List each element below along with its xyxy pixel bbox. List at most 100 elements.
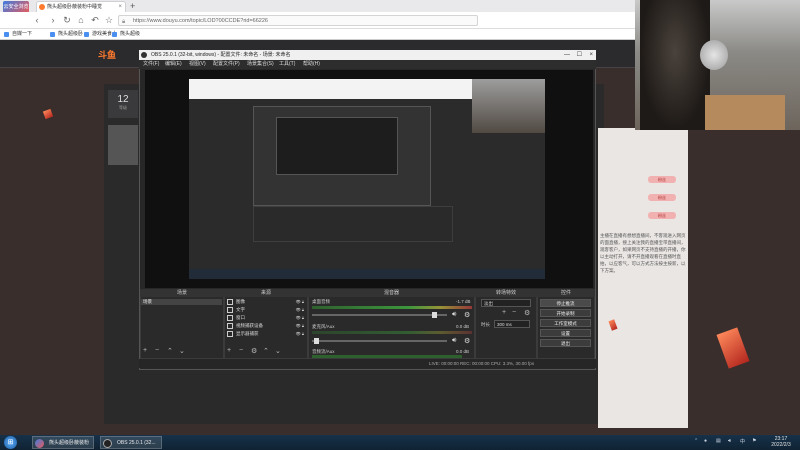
scenes-dock-title: 场景 xyxy=(140,289,224,297)
duration-label: 时长 xyxy=(481,322,490,327)
obs-status-bar: LIVE: 00:00:00 REC: 00:00:00 CPU: 3.3%, … xyxy=(139,359,596,368)
rank-box: 12 等级 xyxy=(108,90,138,118)
input-method-icon[interactable]: 中 xyxy=(740,438,745,445)
douyu-logo[interactable]: 斗鱼 xyxy=(98,48,132,60)
tab-title: 熊头超级卧蔽装粉中睡觉 xyxy=(47,4,103,10)
clock-date: 2022/2/3 xyxy=(771,442,791,448)
settings-button[interactable]: 设置 xyxy=(540,329,591,337)
slider-knob[interactable] xyxy=(432,312,437,318)
network-icon[interactable]: ▤ xyxy=(716,438,721,444)
volume-icon[interactable]: 🔊︎ xyxy=(728,438,731,444)
stop-streaming-button[interactable]: 停止推流 xyxy=(540,299,591,307)
maximize-icon[interactable]: ☐ xyxy=(577,50,582,60)
gear-icon[interactable]: ⚙ xyxy=(251,347,257,355)
menu-view[interactable]: 视图(V) xyxy=(189,60,206,69)
text-icon xyxy=(227,307,233,313)
preview-nested-docks xyxy=(253,206,453,242)
visibility-lock-icon[interactable]: 👁︎ 🔒︎ xyxy=(296,298,304,306)
chat-notice: 主播在直播有想想直播间，不客观进入网页的面直播，搜上关注我的直播宝带直播间，观客… xyxy=(600,233,686,273)
menu-scene-collection[interactable]: 场景集合(S) xyxy=(247,60,274,69)
webcam-person xyxy=(640,0,710,130)
visibility-lock-icon[interactable]: 👁︎ 🔒︎ xyxy=(296,314,304,322)
volume-slider[interactable] xyxy=(312,312,447,318)
scene-item[interactable]: 场景 xyxy=(141,299,222,305)
slider-knob[interactable] xyxy=(314,338,319,344)
volume-slider[interactable] xyxy=(312,338,447,344)
fan-badge: 粉丝 xyxy=(648,194,676,201)
gear-icon[interactable]: ⚙ xyxy=(464,311,470,319)
browser-nav-bar: ‹ › ↻ ⌂ ↶ ☆ 🔒︎ https://www.douyu.com/top… xyxy=(0,12,635,29)
tray-chevron-icon[interactable]: ⌃ xyxy=(694,438,698,444)
status-text: LIVE: 00:00:00 REC: 00:00:00 CPU: 3.3%, … xyxy=(429,361,535,366)
visibility-lock-icon[interactable]: 👁︎ 🔒︎ xyxy=(296,306,304,314)
remove-scene-icon[interactable]: − xyxy=(155,347,159,354)
obs-title-text: OBS 25.0.1 (32-bit, windows) - 配置文件: 未命名… xyxy=(151,52,291,58)
flag-icon[interactable]: ⚑ xyxy=(752,438,756,444)
move-up-icon[interactable]: ⌃ xyxy=(263,347,269,355)
speaker-icon[interactable]: 🔊︎ xyxy=(452,337,456,345)
fan-badge: 粉丝 xyxy=(648,176,676,183)
menu-tools[interactable]: 工具(T) xyxy=(279,60,295,69)
home-icon[interactable]: ⌂ xyxy=(76,15,86,25)
tray-app-icon[interactable]: ● xyxy=(704,438,707,444)
source-item[interactable]: 视频捕获设备 👁︎ 🔒︎ xyxy=(226,322,306,330)
source-item[interactable]: 窗口 👁︎ 🔒︎ xyxy=(226,314,306,322)
minimize-icon[interactable]: — xyxy=(564,50,570,60)
browser-icon xyxy=(35,439,44,448)
taskbar-obs[interactable]: OBS 25.0.1 (32... xyxy=(100,436,162,449)
obs-title-bar: OBS 25.0.1 (32-bit, windows) - 配置文件: 未命名… xyxy=(139,50,596,60)
thumbnail[interactable] xyxy=(108,125,138,165)
transitions-dock-title: 转场特效 xyxy=(475,289,537,297)
address-bar[interactable]: 🔒︎ https://www.douyu.com/topic/LOD?00CCD… xyxy=(118,15,478,26)
controls-dock-title: 控件 xyxy=(537,289,595,297)
windows-taskbar: ⊞ 熊头超级卧蔽装粉 OBS 25.0.1 (32... ⌃ ● ▤ 🔊︎ 中 … xyxy=(0,435,800,450)
gear-icon[interactable]: ⚙ xyxy=(464,337,470,345)
move-up-icon[interactable]: ⌃ xyxy=(167,347,173,355)
bookmark-item[interactable]: 自媒一下 xyxy=(4,30,32,39)
menu-edit[interactable]: 编辑(E) xyxy=(165,60,182,69)
move-down-icon[interactable]: ⌄ xyxy=(179,347,185,355)
add-source-icon[interactable]: + xyxy=(227,347,231,354)
menu-profile[interactable]: 配置文件(P) xyxy=(213,60,240,69)
add-scene-icon[interactable]: + xyxy=(143,347,147,354)
taskbar-browser[interactable]: 熊头超级卧蔽装粉 xyxy=(32,436,94,449)
rank-number: 12 xyxy=(117,94,129,105)
browser-tab[interactable]: 熊头超级卧蔽装粉中睡觉 × xyxy=(36,1,126,12)
window-icon xyxy=(227,315,233,321)
duration-input[interactable]: 300 ms xyxy=(494,320,530,328)
speaker-icon[interactable]: 🔊︎ xyxy=(452,311,456,319)
undo-icon[interactable]: ↶ xyxy=(90,15,100,25)
source-item[interactable]: 文字 👁︎ 🔒︎ xyxy=(226,306,306,314)
visibility-lock-icon[interactable]: 👁︎ 🔒︎ xyxy=(296,330,304,338)
mixer-track-level: 0.0 dB xyxy=(456,349,470,354)
start-button[interactable]: ⊞ xyxy=(4,436,17,449)
studio-mode-button[interactable]: 工作室模式 xyxy=(540,319,591,327)
forward-icon[interactable]: › xyxy=(48,15,58,25)
remove-source-icon[interactable]: − xyxy=(239,347,243,354)
add-transition-icon[interactable]: + xyxy=(502,309,506,316)
bookmark-item[interactable]: 熊头超级 xyxy=(112,30,140,39)
audio-meter xyxy=(312,355,462,358)
move-down-icon[interactable]: ⌄ xyxy=(275,347,281,355)
gear-icon[interactable]: ⚙ xyxy=(524,309,530,317)
reload-icon[interactable]: ↻ xyxy=(62,15,72,25)
close-icon[interactable]: × xyxy=(589,50,593,60)
star-icon[interactable]: ☆ xyxy=(104,15,114,25)
start-recording-button[interactable]: 开始录制 xyxy=(540,309,591,317)
tab-close-icon[interactable]: × xyxy=(118,2,122,12)
source-item[interactable]: 图像 👁︎ 🔒︎ xyxy=(226,298,306,306)
menu-help[interactable]: 帮助(H) xyxy=(303,60,320,69)
transition-select[interactable]: 淡出 xyxy=(481,299,531,307)
back-icon[interactable]: ‹ xyxy=(32,15,42,25)
webcam-box xyxy=(705,95,785,130)
menu-file[interactable]: 文件(F) xyxy=(143,60,159,69)
bookmark-item[interactable]: 熊头超级卧 xyxy=(50,30,83,39)
source-item[interactable]: 显示器捕获 👁︎ 🔒︎ xyxy=(226,330,306,338)
taskbar-clock[interactable]: 23:17 2022/2/3 xyxy=(766,436,796,448)
bookmarks-bar: 自媒一下 熊头超级卧 游戏美食上 熊头超级 xyxy=(0,29,635,40)
remove-transition-icon[interactable]: − xyxy=(512,309,516,316)
new-tab-icon[interactable]: + xyxy=(130,1,135,11)
exit-button[interactable]: 退出 xyxy=(540,339,591,347)
monitor-icon xyxy=(227,331,233,337)
visibility-lock-icon[interactable]: 👁︎ 🔒︎ xyxy=(296,322,304,330)
